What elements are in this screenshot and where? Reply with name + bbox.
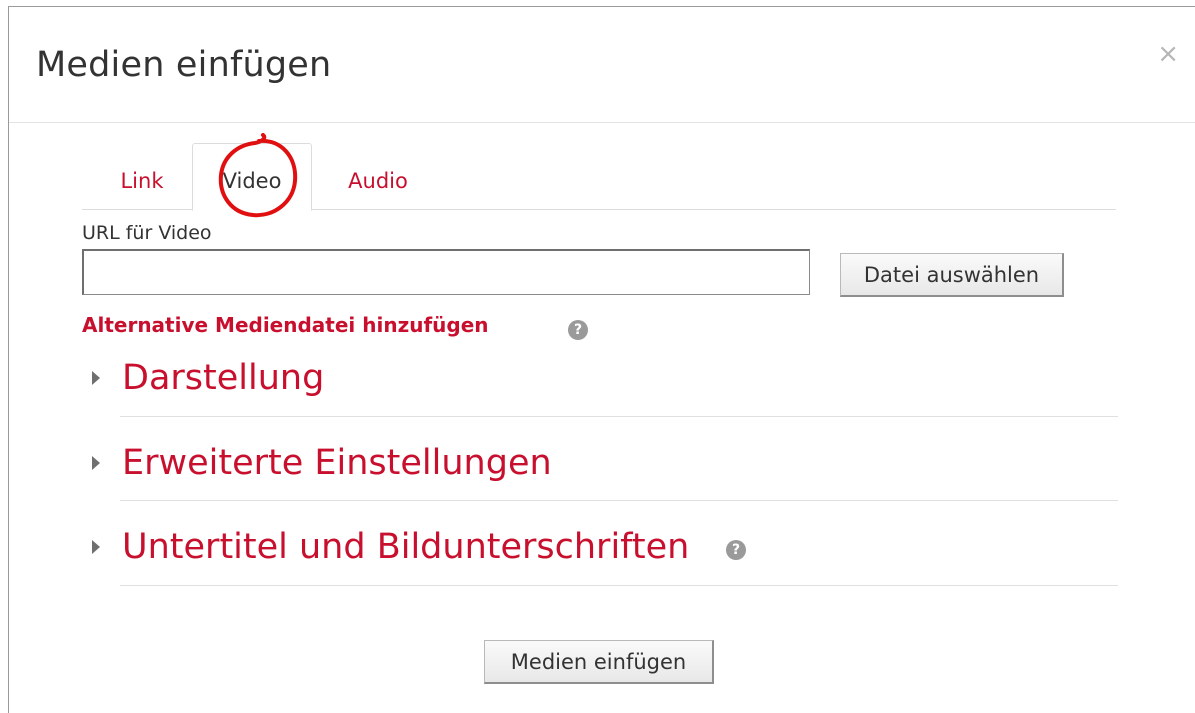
choose-file-button[interactable]: Datei auswählen bbox=[840, 253, 1064, 297]
insert-media-button[interactable]: Medien einfügen bbox=[484, 640, 714, 684]
tab-link[interactable]: Link bbox=[92, 143, 192, 210]
section-label: Darstellung bbox=[122, 358, 325, 398]
caret-right-icon bbox=[92, 540, 100, 554]
help-icon[interactable]: ? bbox=[726, 540, 746, 560]
dialog-title: Medien einfügen bbox=[36, 45, 332, 85]
divider bbox=[120, 416, 1118, 417]
url-label: URL für Video bbox=[82, 222, 212, 244]
divider bbox=[120, 500, 1118, 501]
section-subtitles-captions[interactable]: Untertitel und Bildunterschriften bbox=[88, 505, 1118, 589]
divider bbox=[120, 585, 1118, 586]
tab-audio[interactable]: Audio bbox=[322, 143, 434, 210]
add-alternative-media-link[interactable]: Alternative Mediendatei hinzufügen bbox=[82, 313, 489, 337]
section-darstellung[interactable]: Darstellung bbox=[88, 336, 1118, 420]
section-advanced-settings[interactable]: Erweiterte Einstellungen bbox=[88, 421, 1118, 505]
caret-right-icon bbox=[92, 371, 100, 385]
media-tabs: Link Video Audio bbox=[82, 143, 1116, 211]
tab-video[interactable]: Video bbox=[192, 143, 312, 211]
url-input[interactable] bbox=[82, 249, 810, 295]
close-icon[interactable]: × bbox=[1157, 41, 1179, 67]
dialog-header: Medien einfügen × bbox=[9, 7, 1195, 123]
section-label: Erweiterte Einstellungen bbox=[122, 443, 552, 483]
caret-right-icon bbox=[92, 456, 100, 470]
section-label: Untertitel und Bildunterschriften bbox=[122, 527, 690, 567]
